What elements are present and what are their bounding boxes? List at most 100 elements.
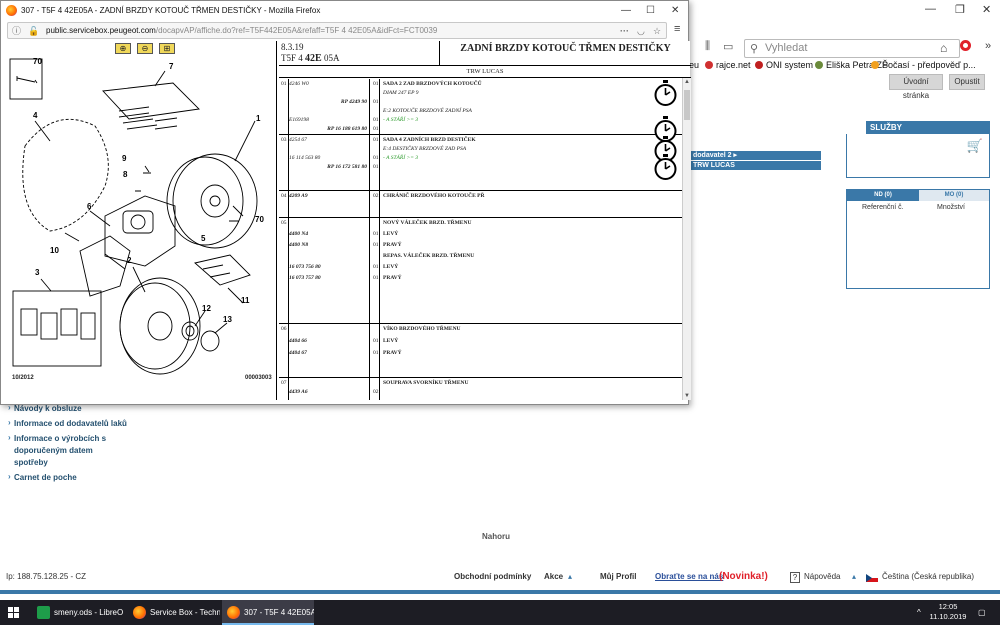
pocket-icon[interactable]: ◡ — [637, 24, 645, 39]
supplier-trw-bar[interactable]: TRW LUCAS — [689, 161, 821, 170]
contact-link[interactable]: Obraťte se na nás — [655, 572, 723, 581]
insecure-lock-icon[interactable]: 🔓 — [28, 24, 39, 39]
windows-start-icon[interactable] — [8, 607, 20, 619]
popup-minimize-button[interactable]: — — [621, 1, 631, 20]
info-icon[interactable]: ⓘ — [12, 24, 21, 39]
bg-close-button[interactable]: ✕ — [982, 3, 991, 16]
callout-13: 13 — [223, 315, 232, 324]
bg-search-input[interactable]: ⚲ Vyhledat — [744, 39, 960, 58]
doc-manufacturer: TRW LUCAS — [279, 66, 691, 78]
clock-time: 12:05 — [938, 602, 958, 611]
link-paint-suppliers[interactable]: Informace od dodavatelů laků — [8, 417, 208, 430]
scroll-down-icon[interactable]: ▼ — [684, 393, 690, 399]
firefox-icon — [227, 606, 240, 619]
home-icon[interactable]: ⌂ — [940, 41, 947, 55]
replacement-part-reference[interactable]: RP 16 188 619 80 — [327, 126, 367, 132]
column-divider — [369, 191, 370, 217]
bookmark-rajce[interactable]: rajce.net — [705, 60, 751, 70]
age-condition-note: - A STÁŘÍ >= 3 — [383, 117, 419, 123]
bg-minimize-button[interactable]: — — [925, 3, 936, 15]
akce-link[interactable]: Akce — [544, 572, 563, 581]
search-placeholder: Vyhledat — [765, 42, 808, 54]
part-quantity: 01 — [373, 155, 379, 161]
group-number: 06 — [281, 326, 287, 332]
overflow-menu-icon[interactable]: » — [985, 40, 991, 52]
part-reference[interactable]: E169198 — [289, 117, 309, 123]
popup-url-bar[interactable]: ⓘ 🔓 public.servicebox.peugeot.com/docapv… — [7, 22, 667, 39]
part-reference[interactable]: 16 073 757 80 — [289, 275, 321, 281]
part-reference[interactable]: 4400 N8 — [289, 242, 308, 248]
link-expiry-products[interactable]: Informace o výrobcích s doporučeným date… — [8, 432, 126, 469]
part-description: SADA 2 ZAD BRZDOVÝCH KOTOUČŮ — [383, 81, 482, 87]
back-to-top-link[interactable]: Nahoru — [482, 532, 510, 541]
part-description: LEVÝ — [383, 338, 399, 344]
link-carnet[interactable]: Carnet de poche — [8, 471, 208, 484]
hamburger-menu-icon[interactable]: ≡ — [674, 23, 680, 35]
part-reference[interactable]: 4400 N4 — [289, 231, 308, 237]
doc-scrollbar[interactable]: ▲ ▼ — [682, 78, 691, 400]
part-reference[interactable]: 4254 67 — [289, 137, 307, 143]
language-selector[interactable]: Čeština (Česká republika) — [882, 572, 974, 581]
notifications-icon[interactable]: ▢ — [978, 600, 986, 625]
services-header: SLUŽBY — [866, 121, 990, 134]
part-description: LEVÝ — [383, 264, 399, 270]
scroll-up-icon[interactable]: ▲ — [684, 79, 690, 85]
exit-button[interactable]: Opustit — [949, 74, 985, 90]
popup-title: 307 - T5F 4 42E05A - ZADNÍ BRZDY KOTOUČ … — [21, 6, 321, 15]
stopwatch-icon[interactable] — [654, 80, 677, 106]
part-description: LEVÝ — [383, 231, 399, 237]
popup-close-button[interactable]: ✕ — [671, 1, 679, 20]
task-libreoffice[interactable]: smeny.ods - LibreO... — [32, 600, 124, 625]
tray-expand-icon[interactable]: ^ — [917, 600, 921, 625]
adblock-icon[interactable] — [960, 40, 971, 51]
supplier-bar[interactable]: dodavatel 2 ▸ — [689, 151, 821, 160]
column-divider — [369, 135, 370, 190]
page-actions-icon[interactable]: ··· — [620, 24, 629, 39]
callout-12: 12 — [202, 304, 211, 313]
callout-4: 4 — [33, 111, 38, 120]
column-divider — [379, 79, 380, 134]
part-reference[interactable]: 16 073 756 80 — [289, 264, 321, 270]
part-reference[interactable]: 4404 67 — [289, 350, 307, 356]
footer: Ip: 188.75.128.25 - CZ Obchodní podmínky… — [0, 571, 1000, 586]
replacement-part-reference[interactable]: RP 16 172 581 80 — [327, 164, 367, 170]
popup-maximize-button[interactable]: ☐ — [646, 1, 655, 20]
firefox-icon — [6, 5, 17, 16]
tab-nd[interactable]: ND (0) — [847, 190, 919, 201]
library-icon[interactable]: ⫼ — [705, 40, 710, 53]
illustration-code: 00003003 — [245, 375, 272, 381]
bookmark-star-icon[interactable]: ☆ — [653, 24, 661, 39]
tab-mo[interactable]: MO (0) — [919, 190, 989, 201]
scroll-thumb[interactable] — [684, 90, 690, 120]
doc-section-code: 8.3.19 — [281, 42, 304, 52]
part-reference[interactable]: 4209 A9 — [289, 193, 308, 199]
home-page-button[interactable]: Úvodní stránka — [889, 74, 943, 100]
part-quantity: 01 — [373, 126, 379, 132]
help-link[interactable]: Nápověda — [804, 572, 840, 581]
part-reference[interactable]: 4404 66 — [289, 338, 307, 344]
taskbar-clock[interactable]: 12:05 11.10.2019 — [928, 602, 968, 622]
stopwatch-icon[interactable] — [654, 154, 677, 180]
language-arrow-icon: ▴ — [852, 572, 857, 581]
part-reference[interactable]: 4246 W0 — [289, 81, 309, 87]
part-description: SADA 4 ZADNÍCH BRZD DESTIČEK — [383, 137, 476, 143]
task-servicebox[interactable]: Service Box - Techn... — [128, 600, 220, 625]
bookmark-oni[interactable]: ONI system — [755, 60, 813, 70]
part-description: PRAVÝ — [383, 275, 402, 281]
age-condition-note: - A STÁŘÍ >= 3 — [383, 155, 419, 161]
part-quantity: 02 — [373, 389, 379, 395]
part-quantity: 01 — [373, 275, 379, 281]
part-reference[interactable]: 4439 A6 — [289, 389, 308, 395]
novinka-badge[interactable]: (Novinka!) — [719, 571, 768, 582]
sidebar-icon[interactable]: ▭ — [723, 40, 733, 53]
replacement-part-reference[interactable]: RP 4249 90 — [341, 99, 367, 105]
cart-icon[interactable]: 🛒 — [967, 138, 983, 154]
bg-maximize-button[interactable]: ❐ — [955, 3, 965, 16]
task-popup[interactable]: 307 - T5F 4 42E05A ... — [222, 600, 314, 625]
taskbar: smeny.ods - LibreO... Service Box - Tech… — [0, 600, 1000, 625]
bookmark-pocasi[interactable]: Počasí - předpověď p... — [871, 60, 976, 70]
part-reference[interactable]: 16 114 563 80 — [289, 155, 320, 161]
terms-link[interactable]: Obchodní podmínky — [454, 572, 531, 581]
profile-link[interactable]: Můj Profil — [600, 572, 636, 581]
search-icon: ⚲ — [750, 43, 759, 55]
